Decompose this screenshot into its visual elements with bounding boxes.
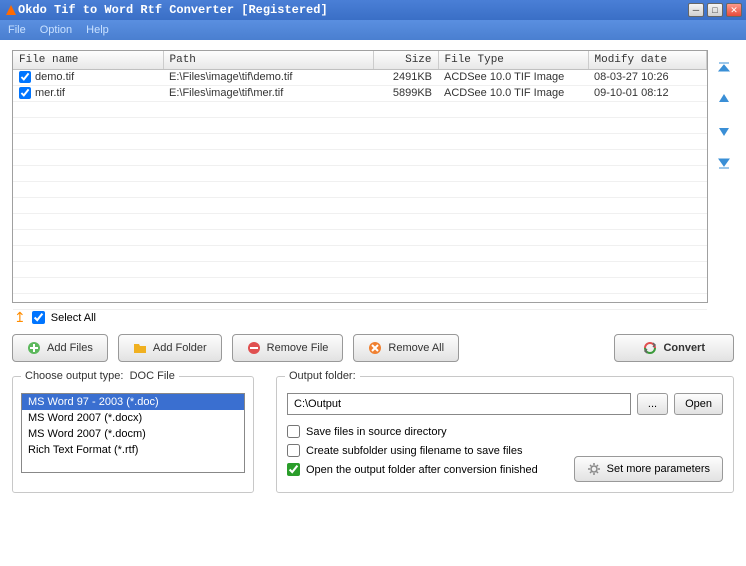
output-type-label: Choose output type: DOC File [21, 370, 179, 382]
output-folder-label: Output folder: [285, 370, 360, 382]
row-checkbox[interactable] [19, 87, 31, 99]
menu-bar: File Option Help [0, 20, 746, 40]
move-top-button[interactable] [715, 58, 733, 76]
output-type-option[interactable]: MS Word 97 - 2003 (*.doc) [22, 394, 244, 410]
app-icon [4, 3, 18, 17]
up-folder-icon[interactable]: ↥ [14, 309, 26, 326]
table-row[interactable]: mer.tifE:\Files\image\tif\mer.tif5899KBA… [13, 85, 707, 101]
move-down-button[interactable] [715, 122, 733, 140]
menu-help[interactable]: Help [86, 24, 109, 36]
output-type-option[interactable]: Rich Text Format (*.rtf) [22, 442, 244, 458]
menu-option[interactable]: Option [40, 24, 72, 36]
menu-file[interactable]: File [8, 24, 26, 36]
set-more-parameters-button[interactable]: Set more parameters [574, 456, 723, 482]
browse-button[interactable]: ... [637, 393, 668, 415]
move-bottom-button[interactable] [715, 154, 733, 172]
col-path[interactable]: Path [163, 51, 373, 69]
col-filename[interactable]: File name [13, 51, 163, 69]
close-button[interactable]: ✕ [726, 3, 742, 17]
minus-icon [247, 341, 261, 355]
open-folder-button[interactable]: Open [674, 393, 723, 415]
add-files-button[interactable]: Add Files [12, 334, 108, 362]
remove-all-icon [368, 341, 382, 355]
convert-button[interactable]: Convert [614, 334, 734, 362]
col-filetype[interactable]: File Type [438, 51, 588, 69]
col-size[interactable]: Size [373, 51, 438, 69]
save-source-check[interactable]: Save files in source directory [287, 425, 723, 438]
window-title: Okdo Tif to Word Rtf Converter [Register… [18, 3, 688, 17]
plus-icon [27, 341, 41, 355]
output-type-option[interactable]: MS Word 2007 (*.docm) [22, 426, 244, 442]
file-table: File name Path Size File Type Modify dat… [12, 50, 708, 303]
add-folder-button[interactable]: Add Folder [118, 334, 222, 362]
output-type-list[interactable]: MS Word 97 - 2003 (*.doc)MS Word 2007 (*… [21, 393, 245, 473]
move-up-button[interactable] [715, 90, 733, 108]
folder-icon [133, 341, 147, 355]
select-all-label: Select All [51, 312, 96, 324]
select-all-checkbox[interactable] [32, 311, 45, 324]
gear-icon [587, 462, 601, 476]
remove-file-button[interactable]: Remove File [232, 334, 344, 362]
minimize-button[interactable]: ─ [688, 3, 704, 17]
row-checkbox[interactable] [19, 71, 31, 83]
convert-icon [643, 341, 657, 355]
col-modify[interactable]: Modify date [588, 51, 707, 69]
title-bar: Okdo Tif to Word Rtf Converter [Register… [0, 0, 746, 20]
output-type-option[interactable]: MS Word 2007 (*.docx) [22, 410, 244, 426]
table-row[interactable]: demo.tifE:\Files\image\tif\demo.tif2491K… [13, 69, 707, 85]
maximize-button[interactable]: □ [707, 3, 723, 17]
output-folder-group: Output folder: ... Open Save files in so… [276, 376, 734, 493]
output-type-group: Choose output type: DOC File MS Word 97 … [12, 376, 254, 493]
remove-all-button[interactable]: Remove All [353, 334, 459, 362]
output-folder-input[interactable] [287, 393, 631, 415]
